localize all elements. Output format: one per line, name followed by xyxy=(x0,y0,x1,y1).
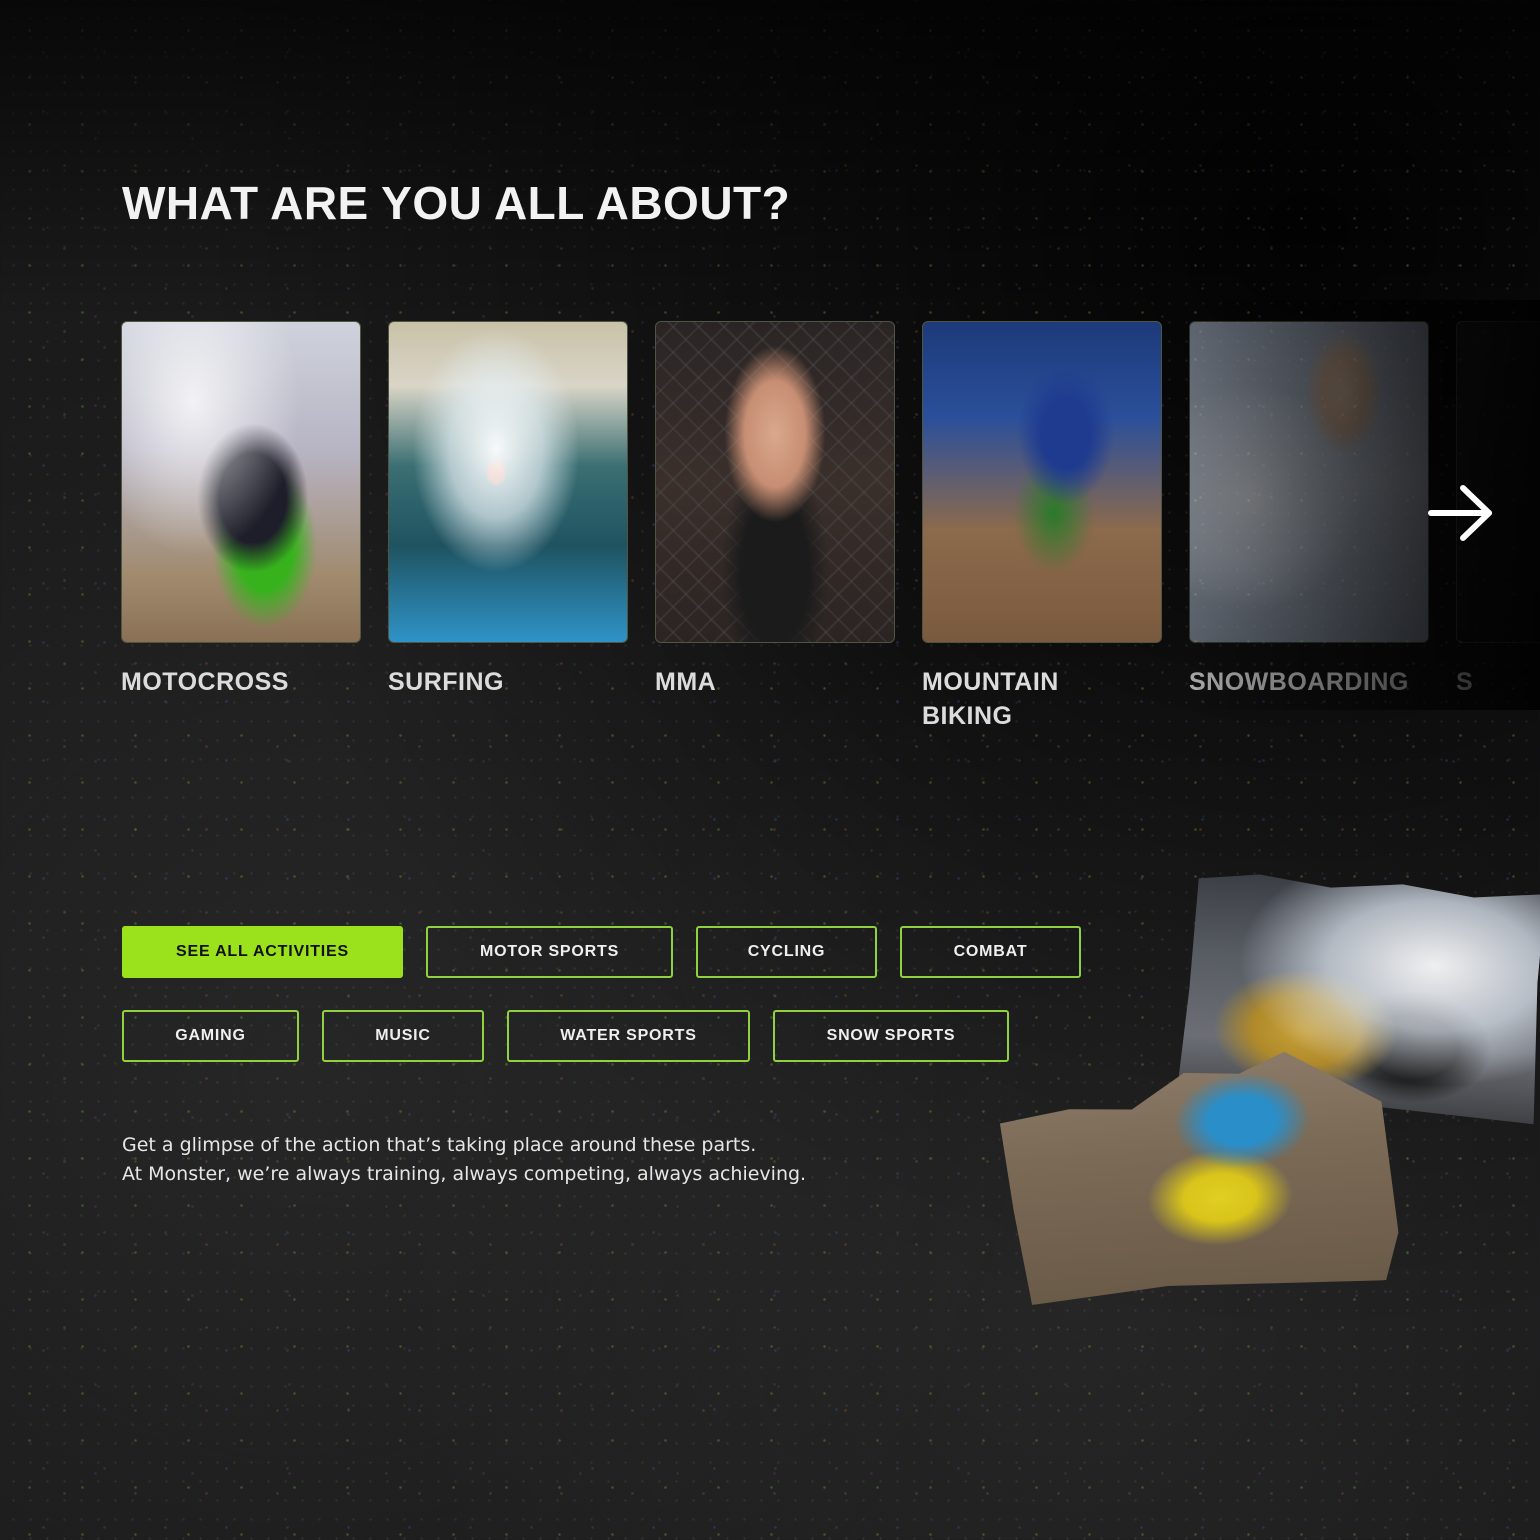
arrow-right-icon xyxy=(1428,485,1492,541)
card-label: MMA xyxy=(655,668,717,696)
filter-gaming[interactable]: GAMING xyxy=(122,1010,299,1062)
mountain-biking-photo xyxy=(922,321,1162,643)
card-label: SNOWBOARDING xyxy=(1189,668,1409,696)
surfing-photo xyxy=(388,321,628,643)
background-texture xyxy=(0,0,1540,1540)
carousel-card-mountain-biking[interactable]: MOUNTAIN BIKING xyxy=(922,321,1162,733)
section-heading: WHAT ARE YOU ALL ABOUT? xyxy=(122,177,791,229)
intro-line-2: At Monster, we’re always training, alway… xyxy=(122,1163,807,1185)
activity-carousel: MOTOCROSS SURFING MMA MOUNTAIN BIKING SN… xyxy=(0,300,1540,730)
dirt-bike-photo xyxy=(996,1045,1401,1307)
filter-water-sports[interactable]: WATER SPORTS xyxy=(507,1010,750,1062)
card-label: MOTOCROSS xyxy=(121,668,289,696)
intro-line-1: Get a glimpse of the action that’s takin… xyxy=(122,1134,757,1156)
filter-motor-sports[interactable]: MOTOR SPORTS xyxy=(426,926,673,978)
card-label: SURFING xyxy=(388,668,504,696)
carousel-card-mma[interactable]: MMA xyxy=(655,321,895,699)
mma-photo xyxy=(655,321,895,643)
card-label: MOUNTAIN BIKING xyxy=(922,668,1059,730)
carousel-card-motocross[interactable]: MOTOCROSS xyxy=(121,321,361,699)
filter-music[interactable]: MUSIC xyxy=(322,1010,484,1062)
carousel-card-surfing[interactable]: SURFING xyxy=(388,321,628,699)
filter-cycling[interactable]: CYCLING xyxy=(696,926,877,978)
card-label: S xyxy=(1456,668,1474,696)
motocross-photo xyxy=(121,321,361,643)
carousel-card-snowboarding[interactable]: SNOWBOARDING xyxy=(1189,321,1429,699)
background-top-fade xyxy=(0,0,1540,320)
snowboarding-photo xyxy=(1189,321,1429,643)
filter-combat[interactable]: COMBAT xyxy=(900,926,1081,978)
intro-text: Get a glimpse of the action that’s takin… xyxy=(122,1131,806,1189)
carousel-next-button[interactable] xyxy=(1426,478,1496,548)
filter-snow-sports[interactable]: SNOW SPORTS xyxy=(773,1010,1009,1062)
filter-see-all-activities[interactable]: SEE ALL ACTIVITIES xyxy=(122,926,403,978)
